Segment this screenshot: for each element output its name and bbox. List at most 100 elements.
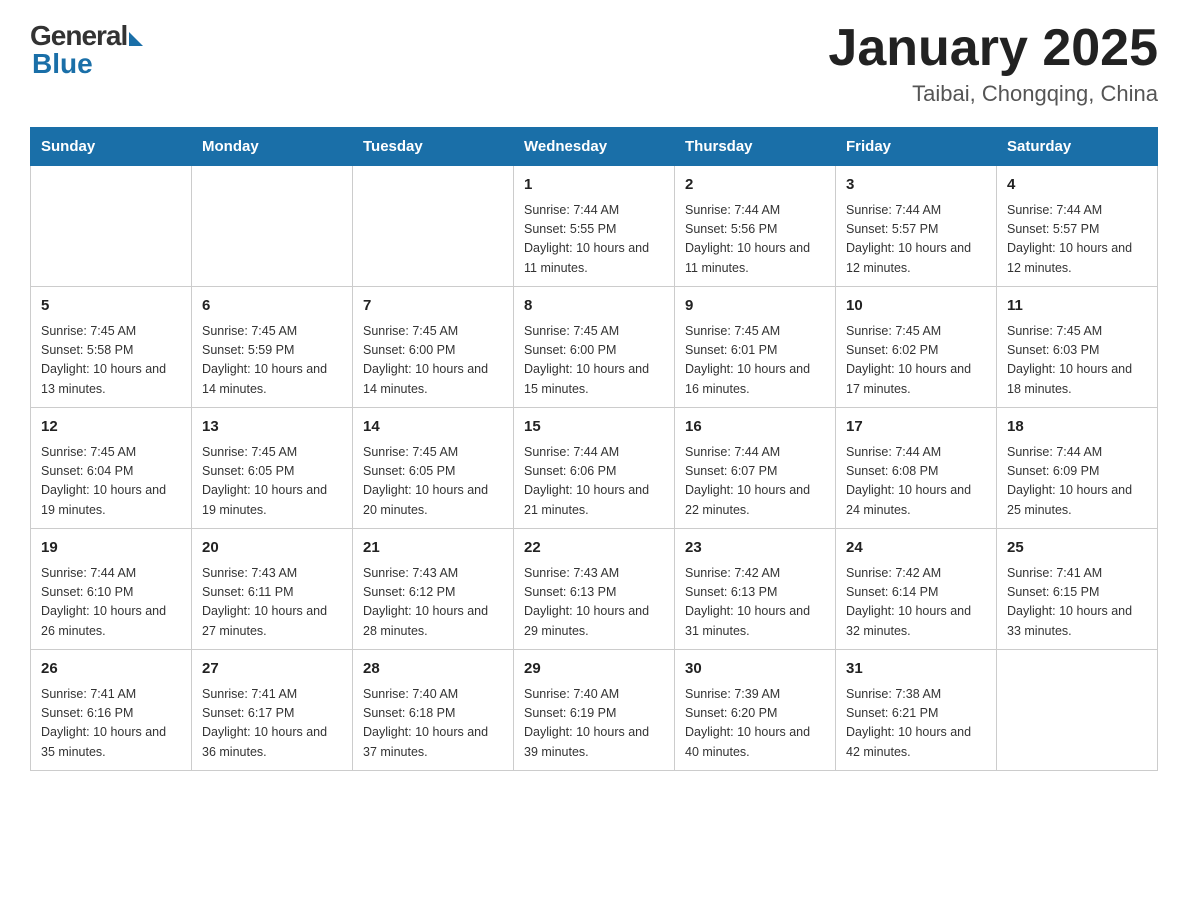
day-number: 13 bbox=[202, 416, 342, 439]
day-number: 18 bbox=[1007, 416, 1147, 439]
location-title: Taibai, Chongqing, China bbox=[828, 81, 1158, 107]
calendar-cell: 20 Sunrise: 7:43 AM Sunset: 6:11 PM Dayli… bbox=[192, 529, 353, 650]
calendar-cell: 25 Sunrise: 7:41 AM Sunset: 6:15 PM Dayli… bbox=[997, 529, 1158, 650]
day-number: 20 bbox=[202, 537, 342, 560]
day-number: 25 bbox=[1007, 537, 1147, 560]
calendar-cell: 26Sunrise: 7:41 AM Sunset: 6:16 PM Dayli… bbox=[31, 650, 192, 771]
day-info: Sunrise: 7:45 AM Sunset: 5:58 PM Dayligh… bbox=[41, 322, 181, 400]
day-number: 6 bbox=[202, 295, 342, 318]
month-title: January 2025 bbox=[828, 20, 1158, 77]
day-info: Sunrise: 7:43 AM Sunset: 6:13 PM Dayligh… bbox=[524, 564, 664, 642]
day-number: 21 bbox=[363, 537, 503, 560]
calendar-cell: 10 Sunrise: 7:45 AM Sunset: 6:02 PM Dayli… bbox=[836, 287, 997, 408]
calendar-cell: 27Sunrise: 7:41 AM Sunset: 6:17 PM Dayli… bbox=[192, 650, 353, 771]
calendar-cell: 16Sunrise: 7:44 AM Sunset: 6:07 PM Dayli… bbox=[675, 408, 836, 529]
calendar-cell: 3 Sunrise: 7:44 AM Sunset: 5:57 PM Daylig… bbox=[836, 166, 997, 287]
day-info: Sunrise: 7:42 AM Sunset: 6:14 PM Dayligh… bbox=[846, 564, 986, 642]
day-info: Sunrise: 7:39 AM Sunset: 6:20 PM Dayligh… bbox=[685, 685, 825, 763]
day-info: Sunrise: 7:45 AM Sunset: 6:05 PM Dayligh… bbox=[363, 443, 503, 521]
day-number: 24 bbox=[846, 537, 986, 560]
day-number: 1 bbox=[524, 174, 664, 197]
calendar-cell: 15 Sunrise: 7:44 AM Sunset: 6:06 PM Dayli… bbox=[514, 408, 675, 529]
day-number: 9 bbox=[685, 295, 825, 318]
day-number: 27 bbox=[202, 658, 342, 681]
day-number: 11 bbox=[1007, 295, 1147, 318]
day-info: Sunrise: 7:43 AM Sunset: 6:12 PM Dayligh… bbox=[363, 564, 503, 642]
day-number: 14 bbox=[363, 416, 503, 439]
day-info: Sunrise: 7:45 AM Sunset: 6:00 PM Dayligh… bbox=[524, 322, 664, 400]
day-of-week-header: Monday bbox=[192, 128, 353, 166]
calendar-cell: 18Sunrise: 7:44 AM Sunset: 6:09 PM Dayli… bbox=[997, 408, 1158, 529]
calendar-cell: 6 Sunrise: 7:45 AM Sunset: 5:59 PM Daylig… bbox=[192, 287, 353, 408]
calendar-cell bbox=[997, 650, 1158, 771]
day-number: 2 bbox=[685, 174, 825, 197]
day-of-week-header: Friday bbox=[836, 128, 997, 166]
calendar-table: SundayMondayTuesdayWednesdayThursdayFrid… bbox=[30, 127, 1158, 771]
day-info: Sunrise: 7:45 AM Sunset: 6:04 PM Dayligh… bbox=[41, 443, 181, 521]
calendar-cell: 8 Sunrise: 7:45 AM Sunset: 6:00 PM Daylig… bbox=[514, 287, 675, 408]
day-number: 31 bbox=[846, 658, 986, 681]
calendar-cell: 29 Sunrise: 7:40 AM Sunset: 6:19 PM Dayli… bbox=[514, 650, 675, 771]
day-info: Sunrise: 7:44 AM Sunset: 6:10 PM Dayligh… bbox=[41, 564, 181, 642]
calendar-cell: 28 Sunrise: 7:40 AM Sunset: 6:18 PM Dayli… bbox=[353, 650, 514, 771]
day-number: 30 bbox=[685, 658, 825, 681]
calendar-cell bbox=[192, 166, 353, 287]
day-of-week-header: Sunday bbox=[31, 128, 192, 166]
day-of-week-header: Thursday bbox=[675, 128, 836, 166]
calendar-cell: 1 Sunrise: 7:44 AM Sunset: 5:55 PM Daylig… bbox=[514, 166, 675, 287]
day-number: 19 bbox=[41, 537, 181, 560]
day-info: Sunrise: 7:44 AM Sunset: 6:08 PM Dayligh… bbox=[846, 443, 986, 521]
logo: General Blue bbox=[30, 20, 143, 80]
day-number: 17 bbox=[846, 416, 986, 439]
day-info: Sunrise: 7:40 AM Sunset: 6:19 PM Dayligh… bbox=[524, 685, 664, 763]
day-number: 15 bbox=[524, 416, 664, 439]
calendar-cell: 14 Sunrise: 7:45 AM Sunset: 6:05 PM Dayli… bbox=[353, 408, 514, 529]
calendar-cell: 23 Sunrise: 7:42 AM Sunset: 6:13 PM Dayli… bbox=[675, 529, 836, 650]
day-of-week-header: Wednesday bbox=[514, 128, 675, 166]
calendar-header-row: SundayMondayTuesdayWednesdayThursdayFrid… bbox=[31, 128, 1158, 166]
day-number: 26 bbox=[41, 658, 181, 681]
day-number: 28 bbox=[363, 658, 503, 681]
day-info: Sunrise: 7:45 AM Sunset: 5:59 PM Dayligh… bbox=[202, 322, 342, 400]
logo-arrow-icon bbox=[129, 32, 143, 46]
calendar-cell: 17 Sunrise: 7:44 AM Sunset: 6:08 PM Dayli… bbox=[836, 408, 997, 529]
day-info: Sunrise: 7:45 AM Sunset: 6:05 PM Dayligh… bbox=[202, 443, 342, 521]
calendar-week-row: 26Sunrise: 7:41 AM Sunset: 6:16 PM Dayli… bbox=[31, 650, 1158, 771]
day-info: Sunrise: 7:44 AM Sunset: 5:55 PM Dayligh… bbox=[524, 201, 664, 279]
day-number: 23 bbox=[685, 537, 825, 560]
calendar-cell: 5 Sunrise: 7:45 AM Sunset: 5:58 PM Daylig… bbox=[31, 287, 192, 408]
day-info: Sunrise: 7:43 AM Sunset: 6:11 PM Dayligh… bbox=[202, 564, 342, 642]
calendar-cell bbox=[353, 166, 514, 287]
calendar-cell: 19 Sunrise: 7:44 AM Sunset: 6:10 PM Dayli… bbox=[31, 529, 192, 650]
day-info: Sunrise: 7:45 AM Sunset: 6:02 PM Dayligh… bbox=[846, 322, 986, 400]
day-number: 22 bbox=[524, 537, 664, 560]
day-number: 16 bbox=[685, 416, 825, 439]
day-info: Sunrise: 7:40 AM Sunset: 6:18 PM Dayligh… bbox=[363, 685, 503, 763]
calendar-cell: 2Sunrise: 7:44 AM Sunset: 5:56 PM Daylig… bbox=[675, 166, 836, 287]
calendar-cell: 21 Sunrise: 7:43 AM Sunset: 6:12 PM Dayli… bbox=[353, 529, 514, 650]
calendar-cell: 31Sunrise: 7:38 AM Sunset: 6:21 PM Dayli… bbox=[836, 650, 997, 771]
day-info: Sunrise: 7:44 AM Sunset: 5:57 PM Dayligh… bbox=[846, 201, 986, 279]
day-number: 10 bbox=[846, 295, 986, 318]
day-info: Sunrise: 7:45 AM Sunset: 6:00 PM Dayligh… bbox=[363, 322, 503, 400]
day-info: Sunrise: 7:42 AM Sunset: 6:13 PM Dayligh… bbox=[685, 564, 825, 642]
day-info: Sunrise: 7:45 AM Sunset: 6:01 PM Dayligh… bbox=[685, 322, 825, 400]
day-info: Sunrise: 7:44 AM Sunset: 6:06 PM Dayligh… bbox=[524, 443, 664, 521]
day-of-week-header: Tuesday bbox=[353, 128, 514, 166]
calendar-cell: 22 Sunrise: 7:43 AM Sunset: 6:13 PM Dayli… bbox=[514, 529, 675, 650]
title-block: January 2025 Taibai, Chongqing, China bbox=[828, 20, 1158, 107]
calendar-week-row: 12Sunrise: 7:45 AM Sunset: 6:04 PM Dayli… bbox=[31, 408, 1158, 529]
day-number: 8 bbox=[524, 295, 664, 318]
day-info: Sunrise: 7:41 AM Sunset: 6:15 PM Dayligh… bbox=[1007, 564, 1147, 642]
day-number: 5 bbox=[41, 295, 181, 318]
day-of-week-header: Saturday bbox=[997, 128, 1158, 166]
calendar-cell bbox=[31, 166, 192, 287]
day-number: 3 bbox=[846, 174, 986, 197]
logo-blue-text: Blue bbox=[32, 48, 93, 80]
calendar-cell: 11Sunrise: 7:45 AM Sunset: 6:03 PM Dayli… bbox=[997, 287, 1158, 408]
day-number: 29 bbox=[524, 658, 664, 681]
page-header: General Blue January 2025 Taibai, Chongq… bbox=[30, 20, 1158, 107]
calendar-cell: 30 Sunrise: 7:39 AM Sunset: 6:20 PM Dayli… bbox=[675, 650, 836, 771]
day-number: 4 bbox=[1007, 174, 1147, 197]
calendar-cell: 4Sunrise: 7:44 AM Sunset: 5:57 PM Daylig… bbox=[997, 166, 1158, 287]
